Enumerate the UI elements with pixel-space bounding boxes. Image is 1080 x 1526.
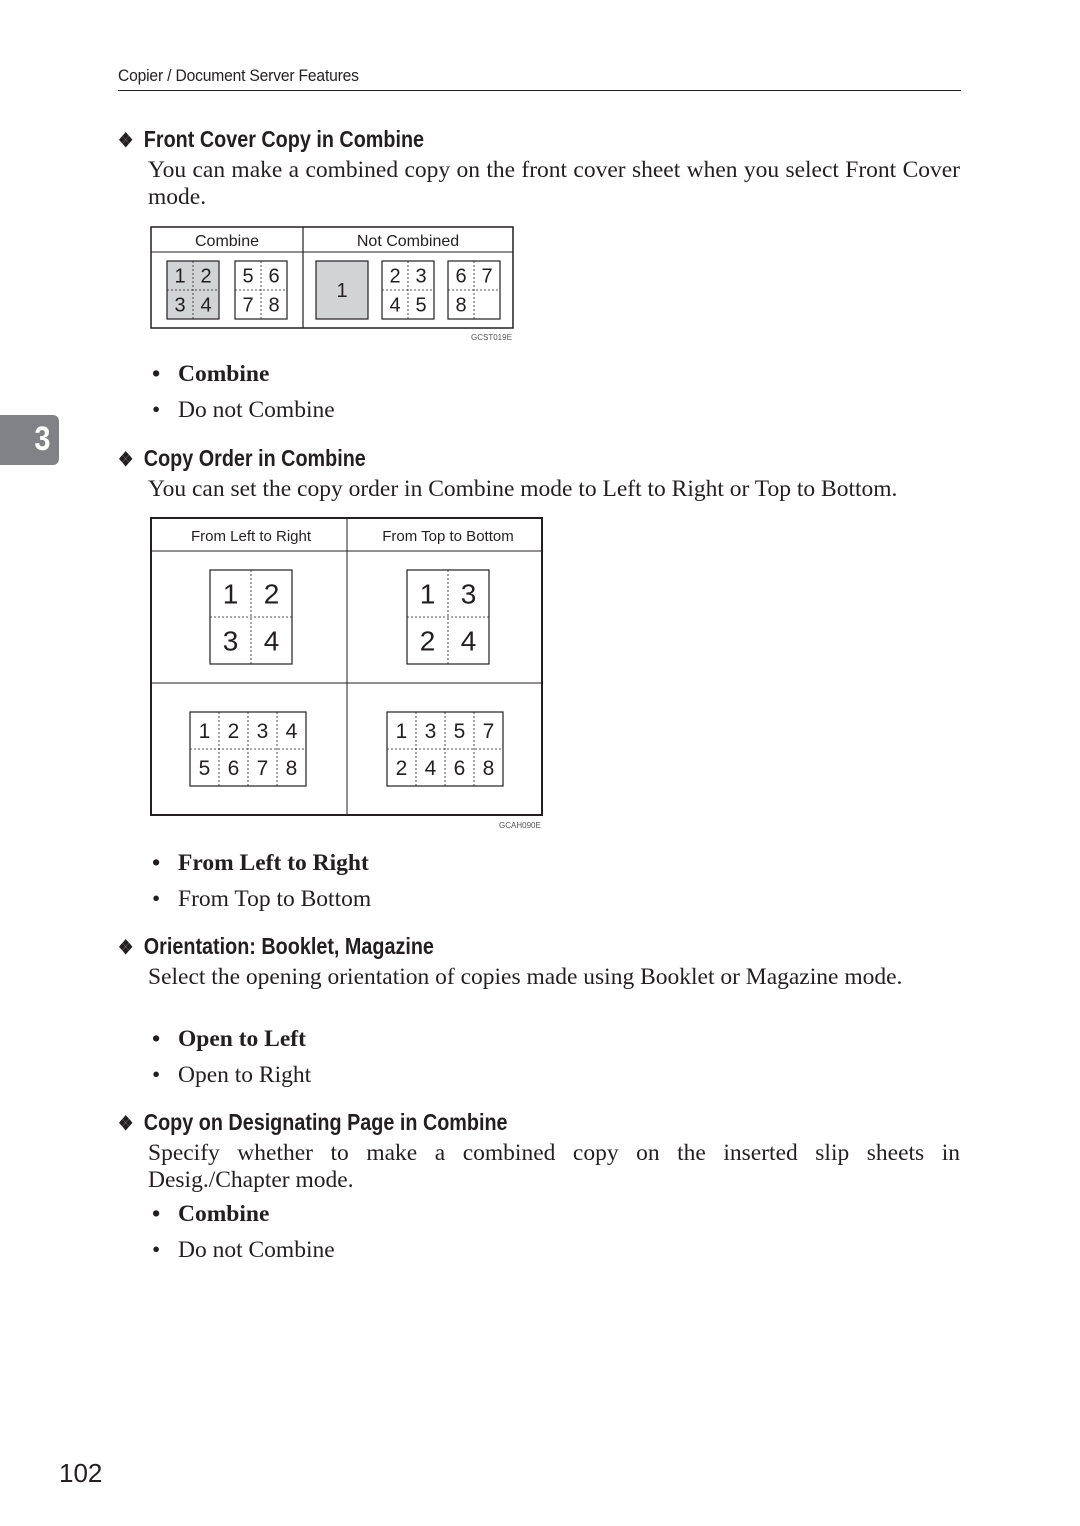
page-number-cell: 7 — [257, 757, 269, 780]
page-number-cell: 5 — [454, 720, 466, 743]
option: • Do not Combine — [152, 397, 335, 423]
page-number-cell: 8 — [286, 757, 298, 780]
copy-order-figure: From Left to Right1 23 41 2 3 45 6 7 8From Top t… — [150, 517, 543, 816]
column-label: Not Combined — [357, 233, 459, 250]
column-label: Combine — [195, 233, 259, 250]
page-number-cell: 6 — [455, 266, 466, 288]
diamond-bullet-icon: ❖ — [118, 130, 134, 152]
section-heading: ❖ Orientation: Booklet, Magazine — [118, 933, 434, 959]
column-label: From Top to Bottom — [382, 528, 513, 545]
front-cover-combine-figure: Combine Not Combined1 23 45 67 812 34 56 78 — [150, 226, 514, 329]
page-number-cell: 7 — [481, 266, 492, 288]
page-number-cell: 4 — [264, 626, 280, 657]
page-number-cell: 2 — [389, 266, 400, 288]
section-body: You can set the copy order in Combine mo… — [148, 476, 898, 502]
page-number-cell: 3 — [415, 266, 426, 288]
page-number-cell: 5 — [242, 266, 253, 288]
chapter-tab-number: 3 — [34, 420, 51, 458]
page-number-cell: 2 — [228, 720, 240, 743]
page-number-cell: 4 — [425, 757, 437, 780]
diamond-bullet-icon: ❖ — [118, 449, 134, 471]
page-number-cell: 8 — [268, 295, 279, 317]
option: • Do not Combine — [152, 1237, 335, 1263]
page-number-cell: 4 — [200, 295, 211, 317]
page-number-cell: 3 — [223, 626, 239, 657]
page-number-cell: 3 — [425, 720, 437, 743]
option: • From Top to Bottom — [152, 886, 372, 912]
option-default: • Combine — [152, 361, 270, 387]
page-number-cell: 3 — [257, 720, 269, 743]
diamond-bullet-icon: ❖ — [118, 1113, 134, 1135]
section-body: Select the opening orientation of copies… — [148, 964, 903, 990]
page-number-cell: 5 — [415, 295, 426, 317]
page-number-cell: 6 — [454, 757, 466, 780]
page-number-cell: 4 — [389, 295, 400, 317]
page-number-cell: 6 — [268, 266, 279, 288]
page-number: 102 — [59, 1458, 103, 1488]
option-default: • Open to Left — [152, 1026, 306, 1052]
page-number-cell: 7 — [242, 295, 253, 317]
page-number-cell: 2 — [200, 266, 211, 288]
section-heading: ❖ Copy Order in Combine — [118, 445, 366, 471]
page-number-cell: 8 — [455, 295, 466, 317]
figure-code: GCAH090E — [499, 821, 541, 830]
running-header-title: Copier / Document Server Features — [118, 66, 359, 85]
section-body: Specify whether to make a combined copy … — [148, 1140, 960, 1193]
page-number-cell: 2 — [420, 626, 436, 657]
page-number-cell: 1 — [199, 720, 211, 743]
column-label: From Left to Right — [191, 528, 312, 545]
page-number-cell: 1 — [420, 579, 436, 610]
page-number-cell: 3 — [174, 295, 185, 317]
option-default: • Combine — [152, 1201, 270, 1227]
page-number-cell: 8 — [483, 757, 495, 780]
option: • Open to Right — [152, 1062, 312, 1088]
page-number-cell: 3 — [461, 579, 477, 610]
page-number-cell: 4 — [286, 720, 298, 743]
page-number-cell: 2 — [264, 579, 280, 610]
page-number-cell: 1 — [223, 579, 239, 610]
chapter-tab: 3 — [0, 415, 59, 465]
figure-code: GCST019E — [471, 333, 512, 342]
section-heading: ❖ Front Cover Copy in Combine — [118, 126, 425, 152]
diamond-bullet-icon: ❖ — [118, 937, 134, 959]
page-number-cell: 1 — [396, 720, 408, 743]
running-header: Copier / Document Server Features — [118, 64, 961, 91]
page-number-cell: 4 — [461, 626, 477, 657]
page-number-cell: 5 — [199, 757, 211, 780]
page-number-cell: 7 — [483, 720, 495, 743]
option-default: • From Left to Right — [152, 850, 369, 876]
page-number-cell: 1 — [336, 280, 347, 302]
section-heading: ❖ Copy on Designating Page in Combine — [118, 1109, 508, 1135]
page-number-cell: 6 — [228, 757, 240, 780]
page-number-cell: 1 — [174, 266, 185, 288]
page-number-cell: 2 — [396, 757, 408, 780]
section-body: You can make a combined copy on the fron… — [148, 157, 960, 210]
